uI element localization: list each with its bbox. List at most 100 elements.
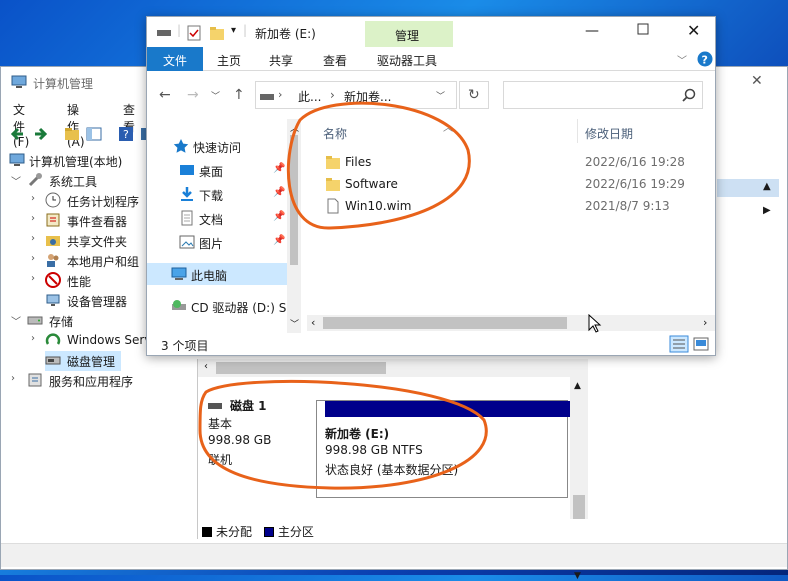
vertical-scrollbar[interactable]: ▲ ▼: [570, 359, 588, 581]
nav-pictures[interactable]: 图片 📌: [147, 231, 287, 253]
chevron-right-icon[interactable]: ›: [11, 373, 21, 384]
column-divider[interactable]: [577, 119, 578, 143]
tree-item-performance[interactable]: › 性能: [31, 271, 151, 291]
tab-drive-tools[interactable]: 驱动器工具: [377, 52, 437, 69]
help-icon[interactable]: ?: [117, 125, 135, 143]
nav-cd-drive[interactable]: CD 驱动器 (D:) S: [147, 295, 287, 317]
help-icon[interactable]: ?: [697, 51, 713, 67]
hard-disk-icon: [208, 401, 222, 411]
search-input[interactable]: [503, 81, 703, 109]
properties-check-icon[interactable]: [187, 25, 201, 41]
chevron-right-icon[interactable]: ›: [31, 333, 41, 344]
tab-home[interactable]: 主页: [217, 52, 241, 69]
scroll-up-icon[interactable]: ▲: [574, 381, 581, 391]
scroll-left-icon[interactable]: ‹: [204, 361, 208, 372]
tree-item-task-scheduler[interactable]: › 任务计划程序: [31, 191, 151, 211]
chevron-right-icon[interactable]: ›: [31, 253, 41, 264]
breadcrumb-this-pc[interactable]: 此...: [298, 88, 321, 105]
horizontal-scrollbar[interactable]: ‹ ›: [198, 359, 588, 377]
search-icon[interactable]: [682, 88, 696, 102]
nav-this-pc[interactable]: 此电脑: [147, 263, 287, 285]
large-icons-view-icon[interactable]: [693, 337, 709, 351]
tree-item-local-users[interactable]: › 本地用户和组: [31, 251, 151, 271]
qat-dropdown-icon[interactable]: ▾: [231, 25, 236, 36]
back-arrow-icon[interactable]: [9, 125, 27, 143]
tab-share[interactable]: 共享: [269, 52, 293, 69]
volume-block[interactable]: 新加卷 (E:) 998.98 GB NTFS 状态良好 (基本数据分区): [316, 400, 575, 498]
column-name[interactable]: 名称: [323, 125, 347, 142]
back-icon[interactable]: ←: [159, 87, 171, 103]
recent-dropdown-icon[interactable]: ﹀: [211, 89, 220, 102]
scroll-down-icon[interactable]: ﹀: [290, 317, 299, 330]
collapse-up-icon[interactable]: ▲: [763, 181, 771, 192]
nav-documents[interactable]: 文档 📌: [147, 207, 287, 229]
tree-item-event-viewer[interactable]: › 事件查看器: [31, 211, 151, 231]
close-icon[interactable]: ✕: [687, 21, 700, 40]
scroll-down-icon[interactable]: ▼: [574, 571, 581, 581]
actions-pane-header[interactable]: ▲: [717, 179, 779, 197]
tree-item-system-tools[interactable]: ﹀ 系统工具: [11, 171, 151, 191]
up-icon[interactable]: ↑: [233, 87, 245, 103]
tree-item-windows-server[interactable]: › Windows Serv: [31, 331, 151, 351]
chevron-down-icon[interactable]: ﹀: [11, 173, 21, 188]
details-view-icon[interactable]: [669, 335, 689, 353]
ribbon-expand-icon[interactable]: ﹀: [677, 52, 687, 67]
backup-icon: [45, 332, 61, 348]
file-list-horizontal-scrollbar[interactable]: ‹ ›: [307, 315, 715, 331]
chevron-right-icon[interactable]: ›: [31, 193, 41, 204]
disk-info[interactable]: 磁盘 1 基本 998.98 GB 联机: [202, 397, 310, 497]
tree-item-device-manager[interactable]: 设备管理器: [31, 291, 151, 311]
pin-icon[interactable]: 📌: [273, 163, 285, 174]
scroll-thumb[interactable]: [290, 135, 298, 265]
address-bar[interactable]: › 此... › 新加卷... ﹀: [255, 81, 457, 109]
list-item[interactable]: Win10.wim 2021/8/7 9:13: [307, 195, 715, 217]
chevron-down-icon[interactable]: ﹀: [11, 313, 21, 328]
cm-window-title: 计算机管理: [33, 77, 94, 91]
address-dropdown-icon[interactable]: ﹀: [436, 89, 445, 102]
chevron-right-icon[interactable]: ›: [31, 233, 41, 244]
show-hide-tree-icon[interactable]: [85, 125, 103, 143]
refresh-button[interactable]: ↻: [459, 81, 489, 109]
chevron-right-icon[interactable]: ›: [31, 273, 41, 284]
forward-icon[interactable]: →: [187, 87, 199, 103]
nav-downloads[interactable]: 下载 📌: [147, 183, 287, 205]
tree-item-root[interactable]: 计算机管理(本地): [7, 151, 151, 171]
scroll-left-icon[interactable]: ‹: [311, 316, 315, 329]
volume-label: 新加卷 (E:): [325, 427, 390, 441]
device-manager-icon: [45, 292, 61, 308]
file-date: 2022/6/16 19:29: [585, 177, 685, 191]
tree-item-disk-management[interactable]: 磁盘管理: [45, 351, 121, 371]
scroll-thumb[interactable]: [573, 495, 585, 519]
column-date[interactable]: 修改日期: [585, 125, 633, 142]
list-item[interactable]: Files 2022/6/16 19:28: [307, 151, 715, 173]
chevron-right-icon[interactable]: ›: [31, 213, 41, 224]
up-folder-icon[interactable]: [63, 125, 81, 143]
tree-item-shared-folders[interactable]: › 共享文件夹: [31, 231, 151, 251]
svg-text:?: ?: [702, 54, 708, 67]
maximize-icon[interactable]: [637, 23, 649, 35]
pin-icon[interactable]: 📌: [273, 187, 285, 198]
cm-close-icon[interactable]: ✕: [751, 73, 763, 89]
primary-partition-bar: [325, 401, 575, 417]
scroll-right-icon[interactable]: ›: [703, 316, 707, 329]
tree-item-storage[interactable]: ﹀ 存储: [11, 311, 151, 331]
forward-arrow-icon[interactable]: [31, 125, 49, 143]
tab-view[interactable]: 查看: [323, 52, 347, 69]
drive-icon: [260, 91, 274, 101]
pin-icon[interactable]: 📌: [273, 235, 285, 246]
tree-item-services-apps[interactable]: › 服务和应用程序: [11, 371, 151, 391]
tab-file[interactable]: 文件: [147, 47, 203, 71]
minimize-icon[interactable]: —: [585, 23, 599, 39]
nav-vertical-scrollbar[interactable]: ︿ ﹀: [287, 119, 301, 333]
new-folder-icon[interactable]: [209, 25, 225, 41]
scroll-thumb[interactable]: [216, 362, 386, 374]
nav-desktop[interactable]: 桌面 📌: [147, 159, 287, 181]
explorer-status-bar: 3 个项目: [147, 335, 715, 355]
more-actions-arrow-icon[interactable]: ▶: [763, 205, 771, 216]
scroll-thumb[interactable]: [323, 317, 567, 329]
scroll-up-icon[interactable]: ︿: [290, 121, 299, 134]
pin-icon[interactable]: 📌: [273, 211, 285, 222]
nav-quick-access[interactable]: 快速访问: [147, 135, 287, 157]
breadcrumb-volume[interactable]: 新加卷...: [344, 88, 391, 105]
list-item[interactable]: Software 2022/6/16 19:29: [307, 173, 715, 195]
